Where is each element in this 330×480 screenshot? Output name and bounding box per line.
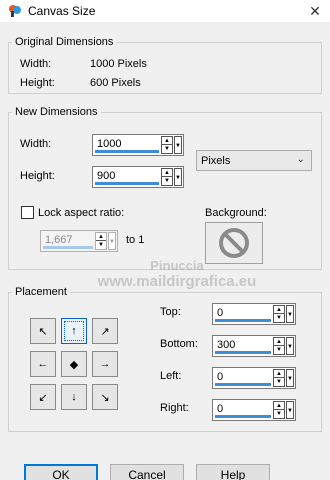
spin-down-icon[interactable]: ▼ <box>162 145 172 153</box>
left-slider-bar[interactable] <box>215 383 271 386</box>
aspect-ratio-input: 1,667 <box>45 234 73 246</box>
width-input[interactable]: 1000 <box>97 138 121 150</box>
right-dropdown-icon[interactable]: ▼ <box>286 401 294 419</box>
left-label: Left: <box>160 370 182 382</box>
spin-up-icon: ▲ <box>96 233 106 241</box>
original-dimensions-group <box>8 42 322 94</box>
spin-down-icon[interactable]: ▼ <box>162 177 172 185</box>
bottom-slider-bar[interactable] <box>215 351 271 354</box>
lock-aspect-label[interactable]: Lock aspect ratio: <box>38 207 124 219</box>
anchor-center-button[interactable]: ◆ <box>61 351 87 377</box>
anchor-bottom-left-button[interactable]: ↙ <box>30 384 56 410</box>
placement-title: Placement <box>12 286 70 298</box>
spin-up-icon[interactable]: ▲ <box>274 370 284 378</box>
pfs-app-icon <box>9 5 21 17</box>
anchor-bottom-center-button[interactable]: ↓ <box>61 384 87 410</box>
left-spin-arrows[interactable]: ▲ ▼ <box>273 369 285 387</box>
right-label: Right: <box>160 402 189 414</box>
new-width-label: Width: <box>20 138 52 150</box>
width-dropdown-icon[interactable]: ▼ <box>174 136 182 154</box>
original-width-label: Width: <box>20 58 52 70</box>
width-slider-bar[interactable] <box>95 150 159 153</box>
spin-down-icon[interactable]: ▼ <box>274 378 284 386</box>
aspect-ratio-slider-bar <box>43 246 93 249</box>
left-input[interactable]: 0 <box>217 371 223 383</box>
spin-down-icon[interactable]: ▼ <box>274 314 284 322</box>
lock-aspect-checkbox[interactable] <box>21 206 34 219</box>
bottom-input[interactable]: 300 <box>217 339 235 351</box>
ok-button[interactable]: OK <box>24 464 98 480</box>
close-icon[interactable]: ✕ <box>300 0 330 22</box>
aspect-ratio-spinbox: 1,667 ▲ ▼ ▼ <box>40 230 118 252</box>
original-height-value: 600 Pixels <box>90 77 141 89</box>
top-slider-bar[interactable] <box>215 319 271 322</box>
height-slider-bar[interactable] <box>95 182 159 185</box>
top-label: Top: <box>160 306 181 318</box>
background-label: Background: <box>205 207 267 219</box>
anchor-bottom-right-button[interactable]: ↘ <box>92 384 118 410</box>
cancel-button[interactable]: Cancel <box>110 464 184 480</box>
anchor-top-right-button[interactable]: ↗ <box>92 318 118 344</box>
spin-down-icon[interactable]: ▼ <box>274 346 284 354</box>
spin-up-icon[interactable]: ▲ <box>274 402 284 410</box>
height-spinbox[interactable]: 900 ▲ ▼ ▼ <box>92 166 184 188</box>
aspect-ratio-dropdown-icon: ▼ <box>108 232 116 250</box>
anchor-top-center-button[interactable]: ↑ <box>61 318 87 344</box>
anchor-middle-right-button[interactable]: → <box>92 351 118 377</box>
top-input[interactable]: 0 <box>217 307 223 319</box>
left-dropdown-icon[interactable]: ▼ <box>286 369 294 387</box>
height-spin-arrows[interactable]: ▲ ▼ <box>161 168 173 186</box>
units-select[interactable]: Pixels ⌄ <box>196 150 312 171</box>
window-title: Canvas Size <box>28 4 96 18</box>
left-spinbox[interactable]: 0 ▲ ▼ ▼ <box>212 367 296 389</box>
width-spinbox[interactable]: 1000 ▲ ▼ ▼ <box>92 134 184 156</box>
anchor-middle-left-button[interactable]: ← <box>30 351 56 377</box>
right-slider-bar[interactable] <box>215 415 271 418</box>
no-color-icon <box>219 228 249 258</box>
top-spinbox[interactable]: 0 ▲ ▼ ▼ <box>212 303 296 325</box>
width-spin-arrows[interactable]: ▲ ▼ <box>161 136 173 154</box>
chevron-down-icon: ⌄ <box>296 154 305 165</box>
height-dropdown-icon[interactable]: ▼ <box>174 168 182 186</box>
spin-down-icon: ▼ <box>98 242 104 248</box>
spin-up-icon[interactable]: ▲ <box>274 338 284 346</box>
bottom-spinbox[interactable]: 300 ▲ ▼ ▼ <box>212 335 296 357</box>
right-input[interactable]: 0 <box>217 403 223 415</box>
right-spin-arrows[interactable]: ▲ ▼ <box>273 401 285 419</box>
new-dimensions-title: New Dimensions <box>12 106 101 118</box>
spin-up-icon[interactable]: ▲ <box>274 306 284 314</box>
right-spinbox[interactable]: 0 ▲ ▼ ▼ <box>212 399 296 421</box>
bottom-label: Bottom: <box>160 338 198 350</box>
watermark-line-1: Pinuccia <box>150 258 204 273</box>
bottom-spin-arrows[interactable]: ▲ ▼ <box>273 337 285 355</box>
top-dropdown-icon[interactable]: ▼ <box>286 305 294 323</box>
help-button[interactable]: Help <box>196 464 270 480</box>
units-value: Pixels <box>201 155 231 167</box>
aspect-ratio-spin-arrows: ▲ ▼ <box>95 232 107 250</box>
new-height-label: Height: <box>20 170 55 182</box>
original-height-label: Height: <box>20 77 55 89</box>
spin-up-icon[interactable]: ▲ <box>162 169 172 177</box>
watermark-line-2: www.maildirgrafica.eu <box>97 273 257 290</box>
original-width-value: 1000 Pixels <box>90 58 147 70</box>
spin-up-icon[interactable]: ▲ <box>162 137 172 145</box>
height-input[interactable]: 900 <box>97 170 115 182</box>
bottom-dropdown-icon[interactable]: ▼ <box>286 337 294 355</box>
original-dimensions-title: Original Dimensions <box>12 36 117 48</box>
aspect-ratio-suffix: to 1 <box>126 234 145 246</box>
top-spin-arrows[interactable]: ▲ ▼ <box>273 305 285 323</box>
spin-down-icon[interactable]: ▼ <box>274 410 284 418</box>
anchor-top-left-button[interactable]: ↖ <box>30 318 56 344</box>
title-bar: Canvas Size ✕ <box>0 0 330 22</box>
